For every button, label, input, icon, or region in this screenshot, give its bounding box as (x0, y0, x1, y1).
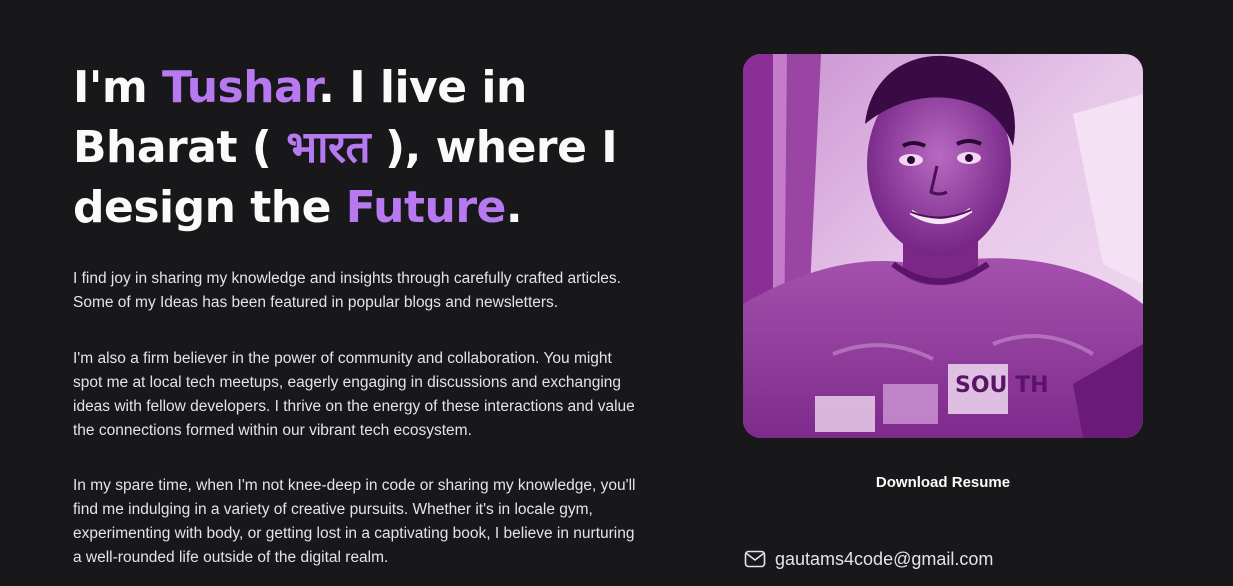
title-name: Tushar (162, 62, 319, 113)
title-future: Future (345, 182, 507, 233)
title-line2-prefix: Bharat ( (73, 122, 287, 173)
about-page: I'm Tushar. I live in Bharat ( भारत ), wh… (0, 0, 1233, 586)
download-resume-button[interactable]: Download Resume (843, 472, 1043, 494)
title-line1-prefix: I'm (73, 62, 163, 113)
title-country-native: भारत (286, 122, 371, 173)
bio-paragraph-1: I find joy in sharing my knowledge and i… (73, 270, 621, 311)
profile-photo-image: SOU TH (743, 54, 1143, 438)
title-line2-suffix: ), where I (370, 122, 618, 173)
bio-paragraph-2: I'm also a firm believer in the power of… (73, 350, 635, 439)
about-content: I'm Tushar. I live in Bharat ( भारत ), wh… (73, 58, 643, 570)
title-line3-suffix: . (505, 182, 523, 233)
profile-photo: SOU TH (743, 54, 1143, 438)
bio-paragraph-3: In my spare time, when I'm not knee-deep… (73, 477, 636, 566)
page-title: I'm Tushar. I live in Bharat ( भारत ), wh… (73, 58, 643, 238)
title-line1-suffix: . I live in (318, 62, 527, 113)
email-address: gautams4code@gmail.com (775, 548, 994, 569)
email-link[interactable]: gautams4code@gmail.com (744, 546, 993, 572)
shirt-text: SOU TH (955, 373, 1049, 398)
mail-icon (744, 550, 766, 568)
title-line3-prefix: design the (73, 182, 346, 233)
